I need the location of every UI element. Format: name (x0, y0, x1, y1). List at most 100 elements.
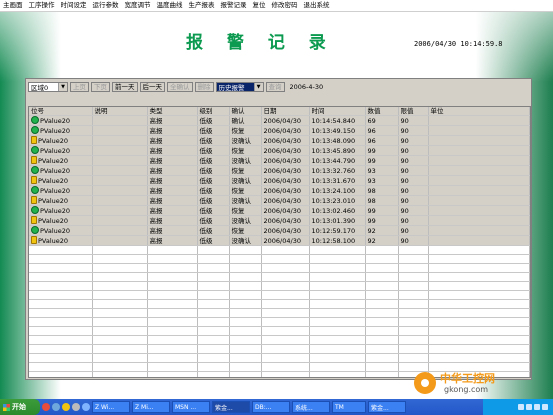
cell-date: 2006/04/30 (261, 235, 310, 246)
tray-icon[interactable] (542, 404, 548, 410)
next-page-button[interactable]: 下页 (91, 82, 110, 92)
prev-page-button[interactable]: 上页 (70, 82, 89, 92)
taskbar-task[interactable]: TM (332, 401, 366, 413)
tray-icon[interactable] (526, 404, 532, 410)
confirm-all-button[interactable]: 全确认 (167, 82, 193, 92)
menu-item[interactable]: 运行参数 (90, 0, 122, 11)
alarm-unack-icon (31, 176, 37, 184)
tray-icon[interactable] (534, 404, 540, 410)
cell-tag-text: PValue20 (38, 137, 69, 145)
cell-value: 98 (365, 185, 399, 196)
menu-item[interactable]: 宽度调节 (122, 0, 154, 11)
table-row[interactable]: PValue20 高报 低级 恢复 2006/04/30 10:12:59.170 92 90 (29, 225, 530, 236)
quicklaunch-clock-icon[interactable] (82, 403, 90, 411)
cell-value: 69 (365, 115, 399, 126)
col-header-time[interactable]: 时间 (309, 107, 366, 116)
empty-cell (428, 353, 530, 363)
cell-date: 2006/04/30 (261, 205, 310, 216)
prev-day-button[interactable]: 前一天 (112, 82, 138, 92)
col-header-value[interactable]: 数值 (365, 107, 399, 116)
menu-item[interactable]: 工序操作 (26, 0, 58, 11)
menu-item[interactable]: 主画面 (0, 0, 26, 11)
cell-time: 10:13:02.460 (309, 205, 366, 216)
start-button[interactable]: 开始 (0, 399, 40, 415)
empty-cell (365, 254, 399, 264)
menu-item[interactable]: 复位 (250, 0, 269, 11)
cell-value: 92 (365, 225, 399, 236)
empty-cell (197, 263, 230, 273)
alarm-unack-icon (31, 216, 37, 224)
table-row[interactable]: PValue20 高报 低级 恢复 2006/04/30 10:13:45.890 99 90 (29, 145, 530, 156)
menu-item[interactable]: 时间设定 (58, 0, 90, 11)
empty-cell (147, 281, 198, 291)
taskbar: 开始 Z Wi... Z Mi... MSN ... 紫金... DB:... 系统...… (0, 399, 553, 415)
col-header-tag[interactable]: 位号 (29, 107, 93, 116)
empty-cell (229, 335, 262, 345)
cell-limit: 90 (398, 175, 429, 186)
menu-item[interactable]: 退出系统 (301, 0, 333, 11)
table-row[interactable]: PValue20 高报 低级 没确认 2006/04/30 10:13:23.010 98 9… (29, 195, 530, 206)
col-header-ack[interactable]: 确认 (229, 107, 262, 116)
taskbar-task[interactable]: 紫金... (212, 401, 250, 413)
taskbar-task[interactable]: Z Wi... (92, 401, 130, 413)
cell-ack: 恢复 (229, 225, 262, 236)
empty-cell (92, 263, 148, 273)
table-row[interactable]: PValue20 高报 低级 确认 2006/04/30 10:14:54.840 69 90 (29, 115, 530, 126)
empty-cell (428, 344, 530, 354)
history-select[interactable]: 历史报警 ▼ (215, 82, 264, 92)
col-header-level[interactable]: 级别 (197, 107, 230, 116)
col-header-date[interactable]: 日期 (261, 107, 310, 116)
empty-cell (147, 254, 198, 264)
cell-unit (428, 215, 530, 226)
menu-item[interactable]: 修改密码 (269, 0, 301, 11)
table-row[interactable]: PValue20 高报 低级 没确认 2006/04/30 10:13:44.790 99 9… (29, 155, 530, 166)
cell-date: 2006/04/30 (261, 185, 310, 196)
cell-ack: 没确认 (229, 155, 262, 166)
quicklaunch-app-icon[interactable] (72, 403, 80, 411)
taskbar-task[interactable]: DB:... (252, 401, 290, 413)
cell-tag: PValue20 (29, 125, 93, 136)
empty-cell (92, 362, 148, 372)
taskbar-task[interactable]: MSN ... (172, 401, 210, 413)
table-row[interactable]: PValue20 高报 低级 恢复 2006/04/30 10:13:02.460 99 90 (29, 205, 530, 216)
empty-cell (229, 299, 262, 309)
cell-unit (428, 115, 530, 126)
table-row[interactable]: PValue20 高报 低级 没确认 2006/04/30 10:13:01.390 99 9… (29, 215, 530, 226)
taskbar-task[interactable]: 紫金... (368, 401, 406, 413)
table-row[interactable]: PValue20 高报 低级 恢复 2006/04/30 10:13:32.760 93 90 (29, 165, 530, 176)
menu-item[interactable]: 生产报表 (186, 0, 218, 11)
table-row[interactable]: PValue20 高报 低级 恢复 2006/04/30 10:13:24.100 98 90 (29, 185, 530, 196)
menu-item[interactable]: 温度曲线 (154, 0, 186, 11)
query-button[interactable]: 查询 (265, 82, 285, 92)
col-header-desc[interactable]: 说明 (92, 107, 148, 116)
table-row[interactable]: PValue20 高报 低级 没确认 2006/04/30 10:13:48.090 96 9… (29, 135, 530, 146)
table-row[interactable]: PValue20 高报 低级 没确认 2006/04/30 10:12:58.100 92 9… (29, 235, 530, 246)
taskbar-task[interactable]: Z Mi... (132, 401, 170, 413)
empty-cell (428, 308, 530, 318)
next-day-button[interactable]: 后一天 (139, 82, 165, 92)
quicklaunch-opera-icon[interactable] (42, 403, 50, 411)
quicklaunch-ie-icon[interactable] (52, 403, 60, 411)
cell-tag: PValue20 (29, 165, 93, 176)
tray-icon[interactable] (518, 404, 524, 410)
area-select[interactable]: 区域0 ▼ (28, 82, 68, 92)
cell-desc (92, 225, 148, 236)
cell-date: 2006/04/30 (261, 125, 310, 136)
taskbar-task[interactable]: 系统... (292, 401, 330, 413)
col-header-unit[interactable]: 单位 (428, 107, 530, 116)
table-row[interactable]: PValue20 高报 低级 没确认 2006/04/30 10:13:31.670 93 9… (29, 175, 530, 186)
cell-limit: 90 (398, 115, 429, 126)
cell-date: 2006/04/30 (261, 225, 310, 236)
chevron-down-icon: ▼ (58, 83, 67, 91)
delete-button[interactable]: 删除 (194, 82, 214, 92)
empty-cell (147, 362, 198, 372)
table-row[interactable]: PValue20 高报 低级 恢复 2006/04/30 10:13:49.150 96 90 (29, 125, 530, 136)
cell-tag-text: PValue20 (40, 127, 71, 135)
cell-value: 96 (365, 125, 399, 136)
col-header-type[interactable]: 类型 (147, 107, 198, 116)
quicklaunch-folder-icon[interactable] (62, 403, 70, 411)
cell-ack: 恢复 (229, 185, 262, 196)
col-header-limit[interactable]: 限值 (398, 107, 429, 116)
empty-cell (92, 317, 148, 327)
menu-item[interactable]: 报警记录 (218, 0, 250, 11)
